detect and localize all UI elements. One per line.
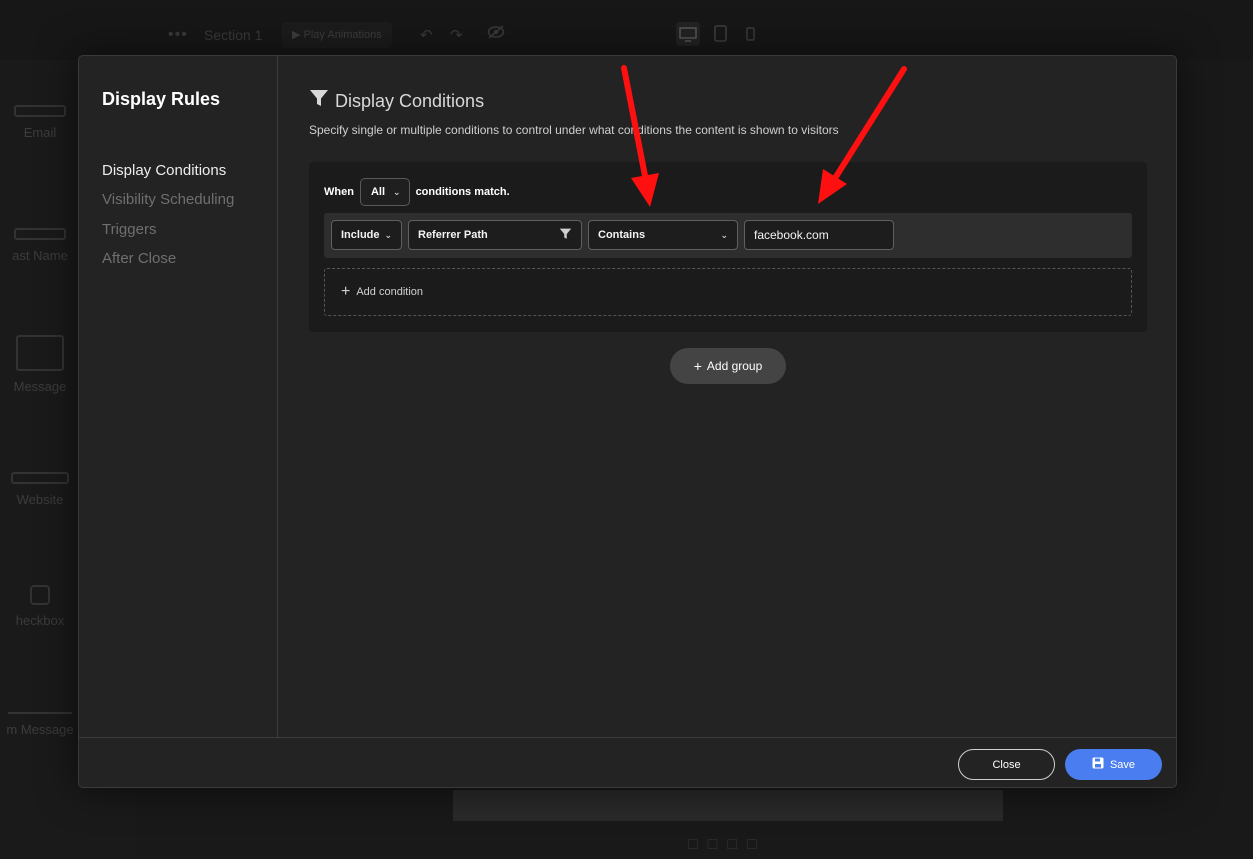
element-website: Website	[0, 472, 80, 507]
element-email: Email	[0, 105, 80, 140]
chevron-down-icon: ⌄	[393, 186, 401, 197]
nav-display-conditions[interactable]: Display Conditions	[102, 162, 226, 179]
include-select-value: Include	[341, 229, 380, 241]
content-heading: Display Conditions	[309, 89, 484, 113]
content-title: Display Conditions	[335, 90, 485, 111]
operator-select[interactable]: Contains ⌄	[588, 220, 738, 250]
modal-title: Display Rules	[102, 89, 221, 109]
content-description: Specify single or multiple conditions to…	[309, 123, 839, 137]
element-label: heckbox	[15, 613, 65, 628]
modal-sidebar: Display Rules Display Conditions Visibil…	[79, 56, 278, 737]
condition-value-input[interactable]: facebook.com	[744, 220, 894, 250]
filter-icon	[559, 228, 572, 243]
nav-triggers[interactable]: Triggers	[102, 221, 156, 238]
include-select[interactable]: Include ⌄	[331, 220, 402, 250]
display-rules-modal: Display Rules Display Conditions Visibil…	[78, 55, 1177, 788]
element-label: Message	[13, 379, 67, 394]
operator-select-value: Contains	[598, 229, 646, 241]
visibility-icon	[487, 24, 505, 44]
modal-content: Display Conditions Specify single or mul…	[279, 56, 1176, 737]
play-animations-button: ▶ Play Animations	[282, 22, 392, 48]
element-last-name: ast Name	[0, 228, 80, 263]
plus-icon: +	[341, 283, 351, 300]
match-row: When All ⌄ conditions match.	[324, 178, 510, 206]
close-button[interactable]: Close	[958, 749, 1055, 780]
device-switcher	[676, 22, 766, 48]
redo-icon: ↷	[450, 27, 463, 44]
filter-icon	[309, 89, 329, 113]
save-label: Save	[1109, 758, 1136, 771]
element-label: m Message	[6, 722, 74, 737]
modal-footer: Close Save	[79, 737, 1176, 787]
element-message: Message	[0, 335, 80, 394]
nav-visibility-scheduling[interactable]: Visibility Scheduling	[102, 191, 234, 208]
tablet-icon	[708, 22, 732, 46]
element-label: ast Name	[12, 248, 68, 263]
add-group-button[interactable]: + Add group	[670, 348, 786, 384]
field-select[interactable]: Referrer Path	[408, 220, 582, 250]
add-group-label: Add group	[706, 359, 763, 373]
condition-value-text: facebook.com	[754, 228, 829, 242]
element-checkbox: heckbox	[0, 585, 80, 628]
more-icon: •••	[168, 26, 188, 43]
element-form-message: m Message	[0, 712, 80, 737]
condition-row: Include ⌄ Referrer Path Contains ⌄ faceb…	[324, 213, 1132, 258]
editor-toolbar: ••• Section 1 ▶ Play Animations ↶ ↷	[0, 0, 1253, 60]
save-icon	[1092, 757, 1104, 772]
undo-icon: ↶	[420, 27, 433, 44]
element-label: Website	[16, 492, 64, 507]
chevron-down-icon: ⌄	[384, 229, 392, 240]
match-select[interactable]: All ⌄	[359, 178, 410, 206]
field-select-value: Referrer Path	[418, 229, 488, 241]
add-condition-button[interactable]: + Add condition	[324, 268, 1132, 316]
plus-icon: +	[693, 358, 702, 374]
mobile-icon	[738, 22, 762, 46]
nav-after-close[interactable]: After Close	[102, 250, 176, 267]
chevron-down-icon: ⌄	[720, 229, 728, 240]
add-condition-label: Add condition	[356, 286, 424, 298]
match-select-value: All	[370, 186, 386, 198]
desktop-icon	[676, 22, 700, 46]
save-button[interactable]: Save	[1065, 749, 1162, 780]
canvas-block	[453, 790, 1003, 821]
match-suffix-label: conditions match.	[415, 186, 510, 198]
section-label: Section 1	[204, 27, 263, 43]
when-label: When	[324, 186, 354, 198]
condition-group: When All ⌄ conditions match. Include ⌄ R…	[309, 162, 1147, 332]
canvas-tools-icons: □□□□	[688, 836, 767, 853]
element-label: Email	[23, 125, 57, 140]
